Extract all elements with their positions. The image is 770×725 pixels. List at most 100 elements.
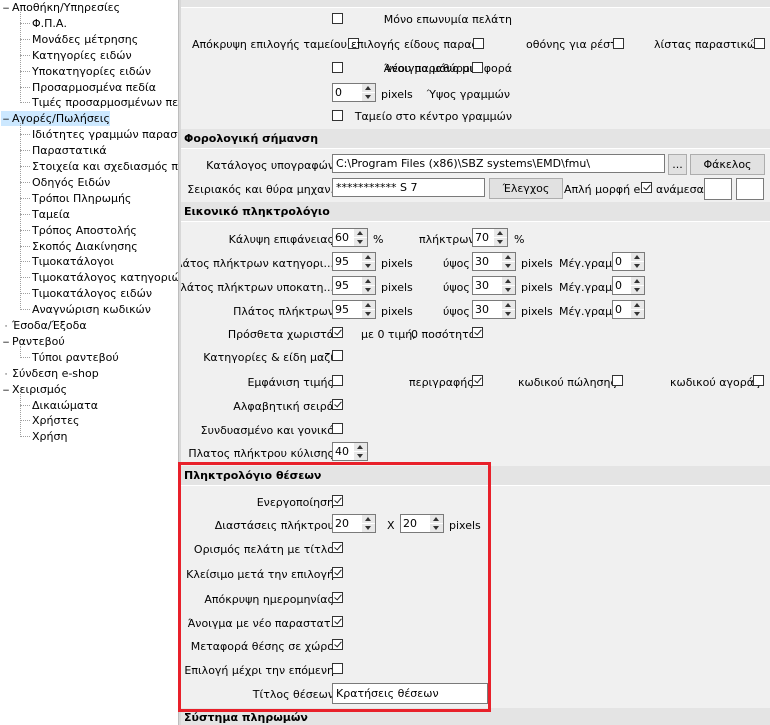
hide-dates-checkbox[interactable]: [332, 592, 343, 603]
tree-item[interactable]: Τρόπος Αποστολής: [20, 223, 137, 238]
spin-up-icon[interactable]: [631, 301, 644, 309]
key-dim-height-spinner[interactable]: 20: [400, 514, 444, 533]
separate-additions-checkbox[interactable]: [332, 327, 343, 338]
subcat-max-row-spinner[interactable]: 0: [612, 276, 645, 295]
spin-down-icon[interactable]: [362, 310, 375, 318]
tree-item[interactable]: Ιδιότητες γραμμών παραστα: [20, 127, 178, 142]
new-window-checkbox[interactable]: [472, 62, 483, 73]
client-by-title-checkbox[interactable]: [332, 542, 343, 553]
tree-item[interactable]: Υποκατηγορίες ειδών: [20, 64, 151, 79]
collapse-icon[interactable]: −: [1, 384, 11, 399]
collapse-icon[interactable]: −: [1, 2, 11, 17]
seats-title-field[interactable]: Κρατήσεις θέσεων: [332, 683, 488, 704]
key-width-spinner[interactable]: 95: [332, 300, 376, 319]
subcat-key-height-spinner[interactable]: 30: [472, 276, 516, 295]
keys-spinner[interactable]: 70: [472, 228, 508, 247]
collapse-icon[interactable]: −: [1, 336, 11, 351]
tree-item[interactable]: Παραστατικά: [20, 143, 107, 158]
spin-down-icon[interactable]: [502, 262, 515, 270]
zero-qty-checkbox[interactable]: [472, 327, 483, 338]
coverage-spinner[interactable]: 60: [332, 228, 368, 247]
scroll-key-width-spinner[interactable]: 40: [332, 442, 368, 461]
row-height-spinner[interactable]: 0: [332, 83, 376, 102]
spin-up-icon[interactable]: [631, 253, 644, 261]
tree-item[interactable]: · Έσοδα/Έξοδα: [1, 318, 87, 333]
tree-item[interactable]: Τιμοκατάλογος ειδών: [20, 286, 152, 301]
spin-up-icon[interactable]: [502, 253, 515, 261]
spin-up-icon[interactable]: [362, 515, 375, 523]
spin-up-icon[interactable]: [362, 301, 375, 309]
subcat-key-width-spinner[interactable]: 95: [332, 276, 376, 295]
spin-down-icon[interactable]: [502, 286, 515, 294]
sale-code-checkbox[interactable]: [612, 375, 623, 386]
spin-down-icon[interactable]: [362, 93, 375, 101]
seats-activation-checkbox[interactable]: [332, 495, 343, 506]
spin-up-icon[interactable]: [502, 301, 515, 309]
tree-item[interactable]: Μονάδες μέτρησης: [20, 32, 138, 47]
spin-down-icon[interactable]: [354, 452, 367, 460]
tree-item[interactable]: Προσαρμοσμένα πεδία: [20, 80, 156, 95]
tree-item[interactable]: Τύποι ραντεβού: [20, 350, 119, 365]
folder-button[interactable]: Φάκελος: [690, 154, 765, 175]
between-end-field[interactable]: [736, 178, 764, 200]
combined-parent-checkbox[interactable]: [332, 423, 343, 434]
tree-item[interactable]: Κατηγορίες ειδών: [20, 48, 132, 63]
spin-down-icon[interactable]: [631, 286, 644, 294]
tree-item[interactable]: − Αγορές/Πωλήσεις: [1, 111, 110, 126]
key-height-spinner[interactable]: 30: [472, 300, 516, 319]
max-row-spinner[interactable]: 0: [612, 300, 645, 319]
signers-path-field[interactable]: C:\Program Files (x86)\SBZ systems\EMD\f…: [332, 154, 665, 173]
spin-up-icon[interactable]: [354, 443, 367, 451]
key-dim-width-spinner[interactable]: 20: [332, 514, 376, 533]
tree-item[interactable]: − Αποθήκη/Υπηρεσίες: [1, 0, 120, 15]
spin-up-icon[interactable]: [362, 253, 375, 261]
tree-item[interactable]: Τρόποι Πληρωμής: [20, 191, 131, 206]
register-center-checkbox[interactable]: [332, 110, 343, 121]
tree-item[interactable]: Στοιχεία και σχεδιασμός παρ: [20, 159, 178, 174]
spin-up-icon[interactable]: [430, 515, 443, 523]
spin-up-icon[interactable]: [354, 229, 367, 237]
open-once-checkbox[interactable]: [332, 62, 343, 73]
only-client-name-checkbox[interactable]: [332, 13, 343, 24]
serial-port-field[interactable]: *********** S 7: [332, 178, 485, 197]
close-after-checkbox[interactable]: [332, 567, 343, 578]
open-new-doc-checkbox[interactable]: [332, 616, 343, 627]
tree-item[interactable]: Χρήση: [20, 429, 67, 444]
tree-item[interactable]: · Σύνδεση e-shop: [1, 366, 99, 381]
spin-up-icon[interactable]: [362, 277, 375, 285]
between-start-field[interactable]: [704, 178, 732, 200]
spin-down-icon[interactable]: [631, 310, 644, 318]
spin-up-icon[interactable]: [362, 84, 375, 92]
spin-down-icon[interactable]: [362, 262, 375, 270]
cat-key-width-spinner[interactable]: 95: [332, 252, 376, 271]
docs-list-checkbox[interactable]: [754, 38, 765, 49]
tree-item[interactable]: Αναγνώριση κωδικών: [20, 302, 151, 317]
spin-down-icon[interactable]: [362, 286, 375, 294]
tree-item[interactable]: Δικαιώματα: [20, 398, 98, 413]
tree-item[interactable]: Τιμές προσαρμοσμένων πε: [20, 95, 178, 110]
tree-item[interactable]: − Χειρισμός: [1, 382, 67, 397]
change-screen-checkbox[interactable]: [613, 38, 624, 49]
move-seat-checkbox[interactable]: [332, 639, 343, 650]
tree-item[interactable]: − Ραντεβού: [1, 334, 65, 349]
cat-max-row-spinner[interactable]: 0: [612, 252, 645, 271]
spin-up-icon[interactable]: [494, 229, 507, 237]
purchase-code-checkbox[interactable]: [753, 375, 764, 386]
spin-down-icon[interactable]: [362, 524, 375, 532]
spin-down-icon[interactable]: [494, 238, 507, 246]
tree-item[interactable]: Τιμοκατάλογοι: [20, 254, 114, 269]
browse-button[interactable]: ...: [668, 154, 687, 175]
tree-item[interactable]: Φ.Π.Α.: [20, 16, 67, 31]
tree-item[interactable]: Σκοπός Διακίνησης: [20, 239, 138, 254]
doc-type-choice-checkbox[interactable]: [473, 38, 484, 49]
spin-up-icon[interactable]: [631, 277, 644, 285]
description-checkbox[interactable]: [472, 375, 483, 386]
simple-form-checkbox[interactable]: [641, 182, 652, 193]
spin-down-icon[interactable]: [430, 524, 443, 532]
spin-down-icon[interactable]: [631, 262, 644, 270]
spin-up-icon[interactable]: [502, 277, 515, 285]
spin-down-icon[interactable]: [354, 238, 367, 246]
tree-item[interactable]: Τιμοκατάλογος κατηγοριών: [20, 270, 178, 285]
tree-item[interactable]: Ταμεία: [20, 207, 70, 222]
cats-items-together-checkbox[interactable]: [332, 350, 343, 361]
